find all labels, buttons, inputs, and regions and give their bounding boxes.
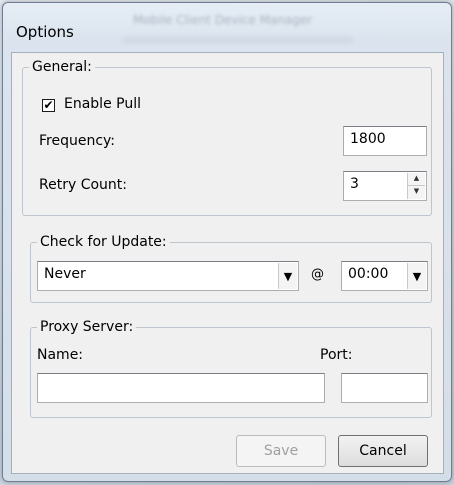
background-window-subtitle bbox=[123, 37, 353, 43]
retry-count-stepper[interactable]: 3 ▲ ▼ bbox=[343, 171, 427, 201]
chevron-down-icon[interactable]: ▼ bbox=[407, 263, 426, 289]
frequency-input[interactable]: 1800 bbox=[343, 126, 427, 156]
frequency-label: Frequency: bbox=[39, 133, 116, 149]
spin-up-icon[interactable]: ▲ bbox=[408, 173, 425, 186]
update-schedule-select[interactable]: Never ▼ bbox=[37, 261, 299, 291]
background-window-title: Mobile Client Device Manager bbox=[133, 13, 313, 27]
check-update-legend: Check for Update: bbox=[37, 234, 170, 250]
dialog-title: Options bbox=[16, 23, 74, 41]
proxy-port-input[interactable] bbox=[341, 373, 428, 403]
enable-pull-checkbox[interactable]: ✔ bbox=[42, 99, 55, 112]
retry-count-label: Retry Count: bbox=[39, 177, 127, 193]
update-schedule-value: Never bbox=[44, 266, 86, 282]
proxy-name-label: Name: bbox=[37, 347, 84, 363]
spin-down-icon[interactable]: ▼ bbox=[408, 186, 425, 199]
check-mark-icon: ✔ bbox=[43, 98, 54, 112]
proxy-name-input[interactable] bbox=[37, 373, 325, 403]
general-legend: General: bbox=[29, 59, 95, 75]
proxy-port-label: Port: bbox=[320, 347, 353, 363]
title-bar[interactable]: Mobile Client Device Manager Options bbox=[3, 3, 451, 49]
options-dialog: Mobile Client Device Manager Options Gen… bbox=[2, 2, 452, 482]
save-button[interactable]: Save bbox=[236, 435, 326, 467]
retry-count-value: 3 bbox=[350, 176, 359, 192]
at-symbol: @ bbox=[311, 267, 324, 282]
retry-count-spinner: ▲ ▼ bbox=[407, 173, 425, 199]
update-time-value: 00:00 bbox=[348, 266, 389, 282]
proxy-server-group: Proxy Server: bbox=[30, 319, 432, 418]
dialog-client-area: General: ✔ Enable Pull Frequency: 1800 R… bbox=[11, 52, 444, 474]
proxy-server-legend: Proxy Server: bbox=[37, 319, 137, 335]
enable-pull-label[interactable]: Enable Pull bbox=[64, 96, 141, 112]
chevron-down-icon[interactable]: ▼ bbox=[278, 263, 297, 289]
cancel-button[interactable]: Cancel bbox=[338, 435, 428, 467]
update-time-select[interactable]: 00:00 ▼ bbox=[341, 261, 428, 291]
